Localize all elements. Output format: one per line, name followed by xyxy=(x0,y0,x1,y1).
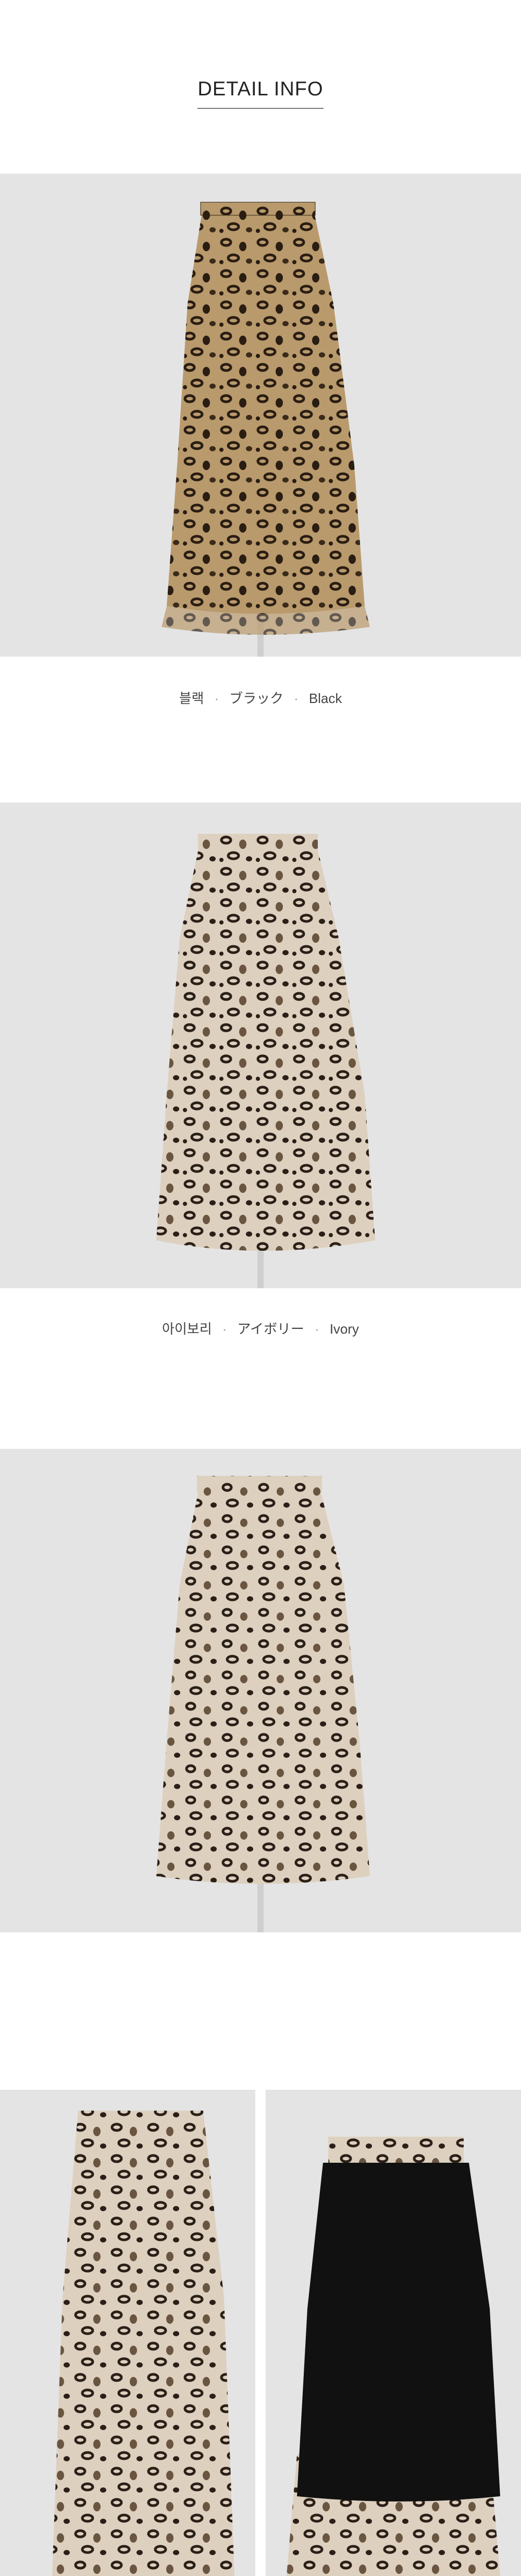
skirt-detail-front xyxy=(0,2090,255,2576)
color-caption-black: 블랙 · ブラック · Black xyxy=(0,688,521,707)
skirt-photo-black xyxy=(0,174,521,657)
caption-japanese: ブラック xyxy=(229,691,284,706)
color-caption-ivory: 아이보리 · アイボリー · Ivory xyxy=(0,1318,521,1338)
caption-english: Black xyxy=(308,691,342,706)
caption-japanese: アイボリー xyxy=(237,1321,305,1337)
caption-english: Ivory xyxy=(329,1321,359,1337)
detail-info-header: DETAIL INFO xyxy=(0,78,521,109)
caption-separator: · xyxy=(315,1321,319,1337)
caption-korean: 아이보리 xyxy=(162,1321,212,1337)
page-title: DETAIL INFO xyxy=(197,78,324,109)
caption-separator: · xyxy=(222,1321,227,1337)
skirt-detail-lining xyxy=(266,2090,521,2576)
caption-korean: 블랙 xyxy=(179,691,204,706)
caption-separator: · xyxy=(214,691,219,706)
skirt-photo-ivory xyxy=(0,803,521,1288)
skirt-photo-ivory-2 xyxy=(0,1449,521,1932)
caption-separator: · xyxy=(294,691,299,706)
